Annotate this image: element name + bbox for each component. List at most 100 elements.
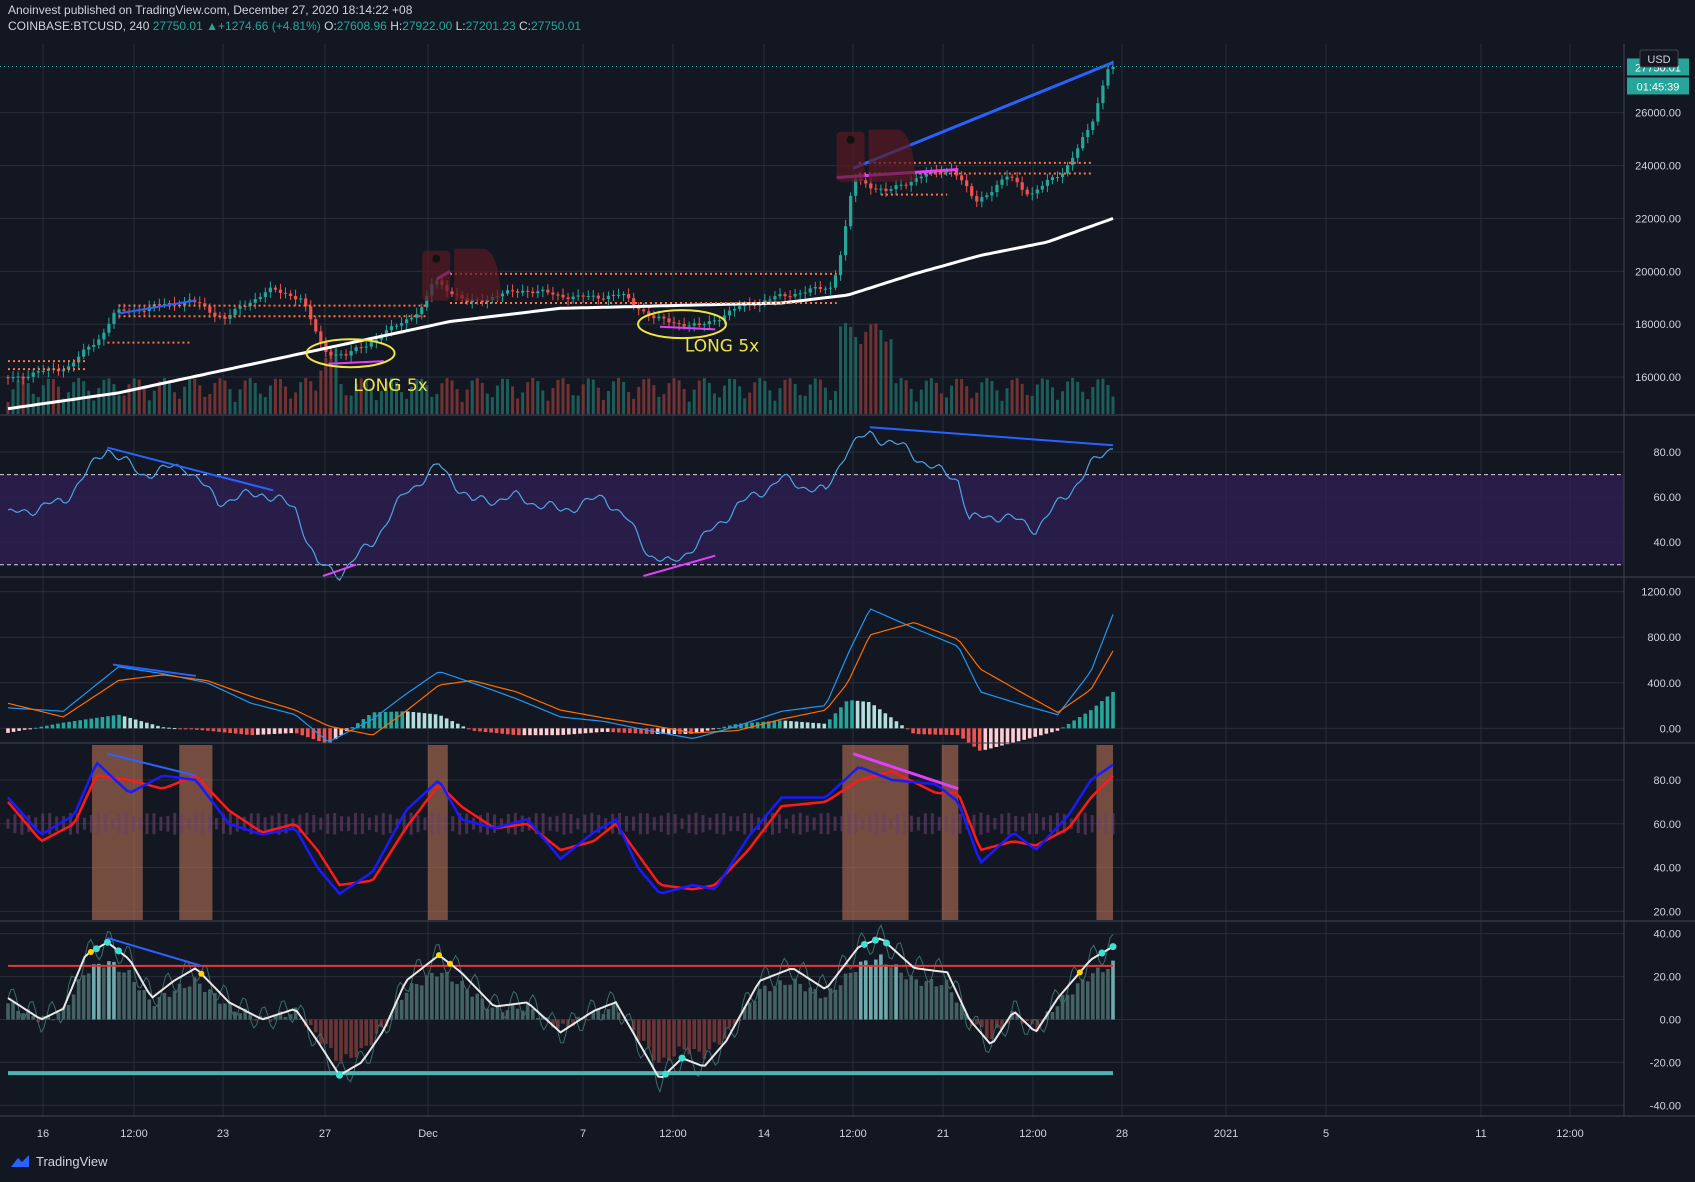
macd-histogram-bar	[894, 721, 899, 729]
volume-bar	[632, 398, 636, 414]
oscillator-bar	[1091, 973, 1095, 1020]
time-tick-label: 5	[1323, 1128, 1329, 1140]
volume-bar	[112, 384, 116, 414]
time-tick-label: 12:00	[1556, 1128, 1584, 1140]
candle-body	[233, 308, 237, 315]
volume-bar	[637, 386, 641, 414]
oscillator-bar	[954, 1002, 959, 1020]
oscillator-bar	[122, 972, 126, 1020]
stoch-histogram-bar	[562, 812, 566, 835]
price-axis[interactable]	[1624, 44, 1695, 1116]
rsi-divergence-line[interactable]	[869, 426, 1114, 447]
chart-canvas[interactable]: LONG 5x LONG 5x 16 12:00 23 27 Dec 7 12:00 14 12:…	[0, 0, 1695, 1150]
volume-bar	[516, 398, 520, 414]
stoch-histogram-bar	[124, 812, 128, 835]
volume-bar	[929, 378, 933, 414]
stoch-histogram-bar	[82, 817, 86, 830]
macd-histogram-bar	[61, 722, 66, 729]
volume-bar	[1091, 386, 1095, 414]
volume-bar	[844, 323, 848, 414]
rsi-divergence-line[interactable]	[322, 563, 357, 577]
macd-histogram-bar	[306, 728, 310, 738]
macd-histogram-bar	[6, 728, 10, 733]
tradingview-logo[interactable]: TradingView	[8, 1153, 108, 1169]
signal-dot	[1109, 943, 1117, 951]
macd-histogram-bar	[95, 717, 99, 729]
macd-histogram-bar	[722, 726, 727, 729]
volume-bar	[642, 379, 646, 414]
oscillator-bar	[768, 991, 772, 1020]
oscillator-bar	[682, 1019, 686, 1050]
volume-bar	[294, 392, 298, 414]
oscillator-bar	[586, 1019, 591, 1021]
macd-histogram-bar	[916, 728, 921, 735]
candle-body	[732, 308, 737, 311]
volume-bar	[738, 386, 742, 414]
price-tick-label: 0.00	[1660, 1015, 1681, 1027]
volume-bar	[253, 383, 257, 414]
macd-histogram-bar	[111, 715, 116, 729]
macd-histogram-bar	[239, 728, 244, 735]
oscillator-bar	[1055, 1006, 1060, 1020]
stoch-histogram-bar	[1021, 816, 1025, 831]
volume-bar	[561, 378, 565, 414]
stoch-histogram-bar	[576, 818, 580, 830]
candle-body	[1010, 176, 1014, 178]
candle-body	[334, 354, 338, 356]
stoch-histogram-bar	[903, 812, 907, 835]
volume-bar	[657, 396, 661, 414]
macd-histogram-bar	[200, 728, 205, 731]
volume-bar	[717, 397, 721, 414]
macd-histogram-bar	[1005, 728, 1010, 745]
candle-body	[16, 376, 20, 378]
candle-body	[344, 354, 348, 356]
oscillator-bar	[515, 1008, 520, 1020]
candle-body	[309, 306, 313, 320]
oscillator-bar	[667, 1019, 671, 1061]
volume-bar	[702, 378, 706, 414]
candle-body	[576, 295, 580, 297]
volume-bar	[763, 381, 767, 414]
trend-line[interactable]	[659, 325, 716, 331]
candle-body	[273, 287, 278, 290]
time-tick-label: 7	[580, 1128, 586, 1140]
candle-body	[1071, 157, 1075, 166]
stoch-histogram-bar	[847, 812, 851, 835]
macd-histogram-bar	[877, 709, 882, 729]
time-tick-label: 27	[319, 1128, 331, 1140]
volume-bar	[147, 400, 151, 414]
candle-body	[571, 296, 575, 300]
oscillator-bar	[470, 996, 475, 1020]
volume-bar	[374, 400, 378, 414]
stoch-histogram-bar	[6, 818, 10, 829]
macd-histogram-bar	[489, 728, 493, 733]
volume-bar	[314, 390, 318, 414]
oscillator-bar	[1106, 969, 1110, 1020]
volume-bar	[500, 378, 504, 414]
macd-divergence-line[interactable]	[112, 663, 196, 677]
macd-histogram-bar	[117, 714, 121, 729]
macd-histogram-bar	[478, 728, 482, 732]
price-tick-label: 60.00	[1653, 492, 1681, 504]
oscillator-bar	[778, 980, 782, 1020]
macd-histogram-bar	[1027, 728, 1032, 739]
macd-histogram-bar	[233, 728, 238, 734]
stoch-histogram-bar	[353, 813, 357, 835]
stoch-histogram-bar	[555, 815, 559, 832]
signal-line-smooth	[7, 622, 1114, 736]
oscillator-bar	[192, 977, 197, 1020]
candle-body	[536, 291, 540, 294]
oscillator-bar	[697, 1019, 702, 1052]
oscillator-bar	[132, 982, 136, 1020]
volume-bar	[1000, 400, 1004, 414]
oscillator-bar	[359, 1019, 363, 1049]
macd-histogram-bar	[450, 721, 455, 729]
macd-histogram-bar	[183, 728, 188, 730]
stoch-histogram-bar	[937, 816, 941, 831]
macd-histogram-bar	[350, 727, 355, 729]
oscillator-bar	[863, 960, 868, 1020]
candle-body	[980, 197, 984, 202]
candle-body	[864, 180, 868, 184]
stoch-histogram-bar	[701, 815, 705, 833]
macd-histogram-bar	[905, 728, 910, 730]
